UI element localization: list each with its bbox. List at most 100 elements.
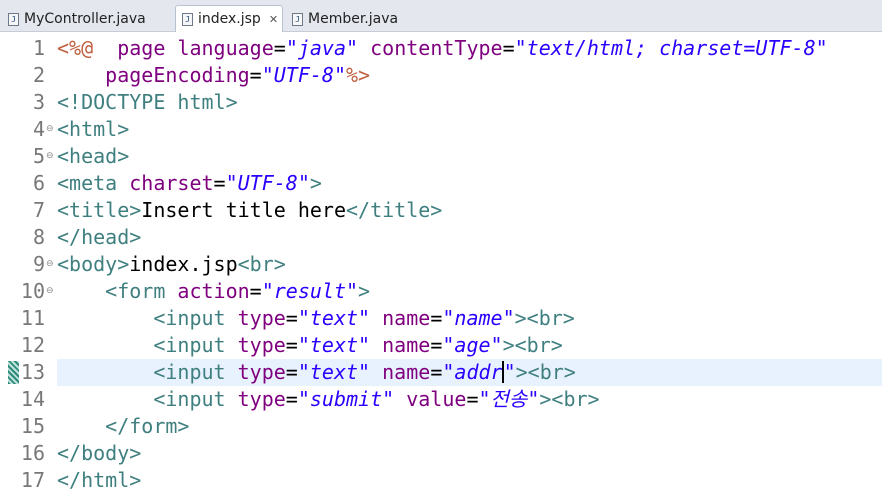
fold-toggle-icon[interactable]: ⊖ bbox=[46, 260, 54, 269]
code-line[interactable]: 4 ⊖ <html> bbox=[0, 116, 882, 143]
code-text: </form> bbox=[57, 413, 882, 440]
code-token: </title> bbox=[346, 198, 443, 222]
code-editor[interactable]: 1 <%@ page language="java" contentType="t… bbox=[0, 33, 882, 497]
code-token: <!DOCTYPE html> bbox=[57, 90, 238, 114]
code-line[interactable]: 1 <%@ page language="java" contentType="t… bbox=[0, 35, 882, 62]
code-token: <%@ bbox=[57, 36, 94, 60]
code-line[interactable]: 7 <title>Insert title here</title> bbox=[0, 197, 882, 224]
code-token: " bbox=[503, 360, 516, 384]
code-token: > bbox=[358, 279, 371, 303]
code-text: <body>index.jsp<br> bbox=[57, 251, 882, 278]
line-number: 9 bbox=[32, 252, 45, 276]
code-token: <input bbox=[153, 360, 238, 384]
code-line[interactable]: 13 <input type="text" name="addr"><br> bbox=[0, 359, 882, 386]
line-number: 11 bbox=[20, 306, 45, 330]
line-number: 5 bbox=[32, 144, 45, 168]
code-token: = bbox=[430, 360, 443, 384]
code-line[interactable]: 10 ⊖ <form action="result"> bbox=[0, 278, 882, 305]
tab-member-java[interactable]: J Member.java bbox=[286, 6, 406, 32]
code-text: <input type="text" name="name"><br> bbox=[57, 305, 882, 332]
code-token: "submit" bbox=[297, 387, 395, 411]
code-line[interactable]: 5 ⊖ <head> bbox=[0, 143, 882, 170]
code-line[interactable]: 14 <input type="submit" value="전송"><br> bbox=[0, 386, 882, 413]
code-token: Insert title here bbox=[141, 198, 346, 222]
code-token: action bbox=[177, 279, 250, 303]
code-token: "name" bbox=[442, 306, 515, 330]
code-token: contentType bbox=[370, 36, 503, 60]
code-token: = bbox=[213, 171, 226, 195]
code-line[interactable]: 3 <!DOCTYPE html> bbox=[0, 89, 882, 116]
code-token: = bbox=[502, 36, 515, 60]
code-line[interactable]: 15 </form> bbox=[0, 413, 882, 440]
close-icon[interactable]: ✕ bbox=[269, 13, 278, 26]
line-number: 12 bbox=[20, 333, 45, 357]
code-token: <input bbox=[153, 306, 238, 330]
code-token: = bbox=[285, 333, 298, 357]
code-token: <input bbox=[153, 333, 238, 357]
fold-toggle-icon[interactable]: ⊖ bbox=[46, 287, 54, 296]
code-text: <input type="text" name="addr"><br> bbox=[57, 359, 882, 386]
fold-toggle-icon[interactable]: ⊖ bbox=[46, 152, 54, 161]
code-text: </body> bbox=[57, 440, 882, 467]
code-line[interactable]: 9 ⊖ <body>index.jsp<br> bbox=[0, 251, 882, 278]
line-number: 17 bbox=[20, 468, 45, 492]
code-token: "text" bbox=[297, 333, 371, 357]
code-token: <body> bbox=[57, 252, 130, 276]
line-number: 15 bbox=[20, 414, 45, 438]
line-number: 10 bbox=[20, 279, 45, 303]
tab-index-jsp[interactable]: J index.jsp ✕ bbox=[175, 5, 283, 32]
editor-tab-bar: J MyController.java J index.jsp ✕ J Memb… bbox=[0, 0, 882, 32]
code-token: "age" bbox=[442, 333, 503, 357]
code-token: <input bbox=[153, 387, 238, 411]
code-token: <meta bbox=[57, 171, 130, 195]
code-token: = bbox=[466, 387, 479, 411]
code-text: </head> bbox=[57, 224, 882, 251]
code-token: = bbox=[285, 306, 298, 330]
code-token: language bbox=[177, 36, 274, 60]
java-file-icon: J bbox=[292, 12, 303, 26]
jsp-file-icon: J bbox=[182, 12, 193, 26]
code-line[interactable]: 16 </body> bbox=[0, 440, 882, 467]
tab-label: MyController.java bbox=[24, 11, 146, 27]
java-file-icon: J bbox=[8, 12, 19, 26]
code-line[interactable]: 12 <input type="text" name="age"><br> bbox=[0, 332, 882, 359]
code-token: "text" bbox=[297, 360, 371, 384]
code-token: page bbox=[117, 36, 166, 60]
tab-mycontroller-java[interactable]: J MyController.java bbox=[2, 6, 172, 32]
code-text: <!DOCTYPE html> bbox=[57, 89, 882, 116]
code-token: index.jsp bbox=[129, 252, 238, 276]
code-token: "UTF-8" bbox=[261, 63, 347, 87]
line-number: 13 bbox=[20, 360, 45, 384]
code-token: <br> bbox=[237, 252, 286, 276]
code-token: %> bbox=[346, 63, 371, 87]
tab-label: Member.java bbox=[308, 11, 399, 27]
code-token: "전송" bbox=[478, 387, 540, 411]
code-token: ><br> bbox=[502, 333, 563, 357]
line-number: 7 bbox=[32, 198, 45, 222]
line-number: 16 bbox=[20, 441, 45, 465]
code-line[interactable]: 2 pageEncoding="UTF-8"%> bbox=[0, 62, 882, 89]
code-token: <form bbox=[105, 279, 178, 303]
fold-toggle-icon[interactable]: ⊖ bbox=[46, 125, 54, 134]
line-number: 2 bbox=[32, 63, 45, 87]
code-line[interactable]: 17 </html> bbox=[0, 467, 882, 494]
line-number: 3 bbox=[32, 90, 45, 114]
code-token: "text/html; charset=UTF-8" bbox=[514, 36, 828, 60]
code-line[interactable]: 6 <meta charset="UTF-8"> bbox=[0, 170, 882, 197]
code-line[interactable]: 11 <input type="text" name="name"><br> bbox=[0, 305, 882, 332]
code-token: ><br> bbox=[515, 360, 576, 384]
code-token: "java" bbox=[285, 36, 359, 60]
code-token: = bbox=[430, 333, 443, 357]
code-token: type bbox=[237, 360, 286, 384]
code-line[interactable]: 8 </head> bbox=[0, 224, 882, 251]
code-token: = bbox=[249, 279, 262, 303]
